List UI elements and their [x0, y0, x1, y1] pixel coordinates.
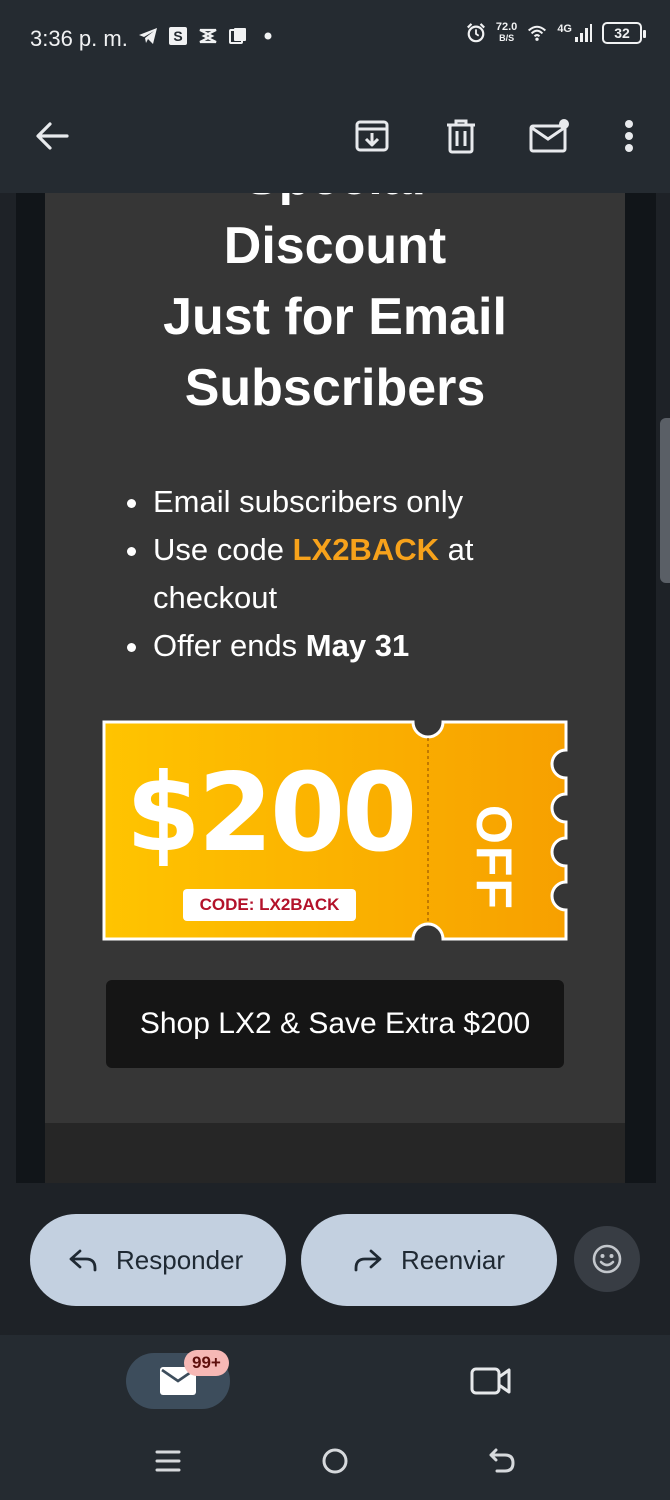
emoji-reaction-button[interactable] — [574, 1226, 640, 1292]
more-vert-icon — [625, 120, 633, 152]
mark-unread-icon — [529, 119, 569, 153]
status-notification-icons: S — [138, 26, 278, 46]
delete-icon — [447, 119, 475, 154]
signal-bars-icon — [575, 24, 592, 42]
network-speed-unit: B/S — [499, 33, 515, 43]
signal-label: 4G — [557, 23, 572, 35]
email-toolbar — [0, 78, 670, 193]
forward-label: Reenviar — [401, 1244, 506, 1275]
bullet-text: Email subscribers only — [153, 484, 464, 519]
promo-bullet-list: Email subscribers only Use code LX2BACK … — [125, 478, 585, 670]
coupon-code-label: CODE: LX2BACK — [183, 889, 356, 921]
archive-button[interactable] — [350, 114, 394, 158]
battery-indicator: 32 — [602, 22, 646, 44]
reply-button[interactable]: Responder — [30, 1214, 286, 1306]
headline-partial: Special — [45, 193, 625, 211]
svg-text:S: S — [173, 28, 182, 44]
offer-end-date: May 31 — [305, 628, 410, 663]
bullet-text: Use code — [153, 532, 293, 567]
more-options-button[interactable] — [607, 114, 651, 158]
telegram-icon — [138, 26, 158, 46]
network-speed-value: 72.0 — [495, 21, 518, 33]
back-arrow-icon — [36, 122, 69, 150]
network-speed: 72.0 B/S — [496, 22, 517, 44]
emoji-icon — [592, 1244, 622, 1274]
bullet-use-code: Use code LX2BACK at checkout — [125, 526, 585, 622]
meet-video-icon — [470, 1367, 511, 1395]
reply-label: Responder — [116, 1244, 244, 1275]
headline-line-2: Just for Email — [163, 288, 507, 346]
wifi-icon — [527, 23, 547, 43]
dot-icon — [258, 26, 278, 46]
gallery-icon — [228, 26, 248, 46]
mark-unread-button[interactable] — [528, 114, 572, 158]
capcut-icon — [198, 26, 218, 46]
home-button[interactable] — [315, 1441, 355, 1481]
alarm-icon — [466, 23, 486, 43]
system-back-icon — [489, 1448, 515, 1473]
home-circle-icon — [322, 1448, 348, 1474]
coupon-amount: $200 — [125, 751, 418, 876]
mail-unread-badge: 99+ — [184, 1350, 229, 1376]
shop-cta-button[interactable]: Shop LX2 & Save Extra $200 — [106, 980, 564, 1068]
cell-signal: 4G — [557, 23, 592, 43]
promo-headline: Special Discount Just for Email Subscrib… — [45, 193, 625, 424]
menu-lines-icon — [155, 1450, 181, 1472]
promo-code-highlight: LX2BACK — [292, 532, 439, 567]
coupon-off-label: OFF — [466, 805, 522, 911]
bullet-offer-ends: Offer ends May 31 — [125, 622, 585, 670]
archive-icon — [355, 120, 389, 152]
forward-icon — [351, 1243, 385, 1277]
delete-button[interactable] — [439, 114, 483, 158]
back-button[interactable] — [30, 114, 74, 158]
system-back-button[interactable] — [482, 1441, 522, 1481]
tab-meet[interactable] — [468, 1361, 514, 1401]
reply-icon — [66, 1243, 100, 1277]
status-system-icons: 72.0 B/S 4G 32 — [466, 22, 646, 44]
scroll-handle[interactable] — [660, 418, 670, 583]
s-app-icon: S — [168, 26, 188, 46]
status-time: 3:36 p. m. — [30, 26, 128, 51]
email-promo-card: Special Discount Just for Email Subscrib… — [45, 193, 625, 1123]
forward-button[interactable]: Reenviar — [301, 1214, 557, 1306]
email-footer-strip — [45, 1123, 625, 1183]
headline-line-1: Discount — [223, 217, 447, 275]
bottom-navigation: 99+ — [0, 1335, 670, 1500]
reply-actions-bar: Responder Reenviar — [0, 1183, 670, 1335]
bullet-text: Offer ends — [153, 628, 306, 663]
bullet-subscribers-only: Email subscribers only — [125, 478, 585, 526]
recents-button[interactable] — [148, 1441, 188, 1481]
status-bar: 3:36 p. m. S 72.0 B/S 4G 32 — [0, 0, 670, 78]
headline-line-3: Subscribers — [184, 359, 486, 417]
